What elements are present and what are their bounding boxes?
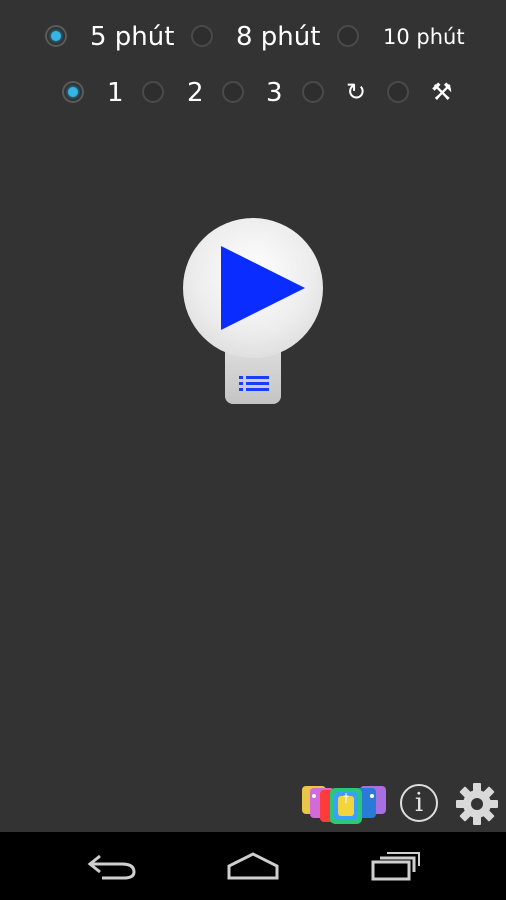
back-icon[interactable] xyxy=(86,850,138,882)
footer-toolbar: † i xyxy=(0,780,506,830)
play-icon xyxy=(221,246,305,330)
mode-radio-1[interactable] xyxy=(62,81,84,103)
duration-label-10[interactable]: 10 phút xyxy=(383,22,465,52)
tools-icon[interactable]: ⚒ xyxy=(431,77,453,107)
mode-radio-tools[interactable] xyxy=(387,81,409,103)
mode-label-3[interactable]: 3 xyxy=(266,78,283,108)
mode-radio-3[interactable] xyxy=(222,81,244,103)
duration-label-5[interactable]: 5 phút xyxy=(90,22,174,52)
duration-radio-8[interactable] xyxy=(191,25,213,47)
svg-text:†: † xyxy=(343,791,349,805)
duration-label-8[interactable]: 8 phút xyxy=(236,22,320,52)
mode-options: 1 2 3 ↻ ⚒ xyxy=(0,76,506,108)
gear-icon[interactable] xyxy=(455,782,499,826)
mode-label-1[interactable]: 1 xyxy=(107,78,124,108)
navigation-bar xyxy=(0,832,506,900)
duration-radio-5[interactable] xyxy=(45,25,67,47)
duration-options: 5 phút 8 phút 10 phút xyxy=(0,20,506,52)
mode-radio-2[interactable] xyxy=(142,81,164,103)
apps-icon[interactable]: † xyxy=(300,782,390,826)
recents-icon[interactable] xyxy=(370,850,422,882)
repeat-icon[interactable]: ↻ xyxy=(346,77,366,107)
duration-radio-10[interactable] xyxy=(337,25,359,47)
mode-radio-repeat[interactable] xyxy=(302,81,324,103)
info-icon[interactable]: i xyxy=(400,784,438,822)
mode-label-2[interactable]: 2 xyxy=(187,78,204,108)
home-icon[interactable] xyxy=(226,850,280,882)
list-icon xyxy=(239,376,269,392)
playlist-button[interactable] xyxy=(225,350,281,404)
